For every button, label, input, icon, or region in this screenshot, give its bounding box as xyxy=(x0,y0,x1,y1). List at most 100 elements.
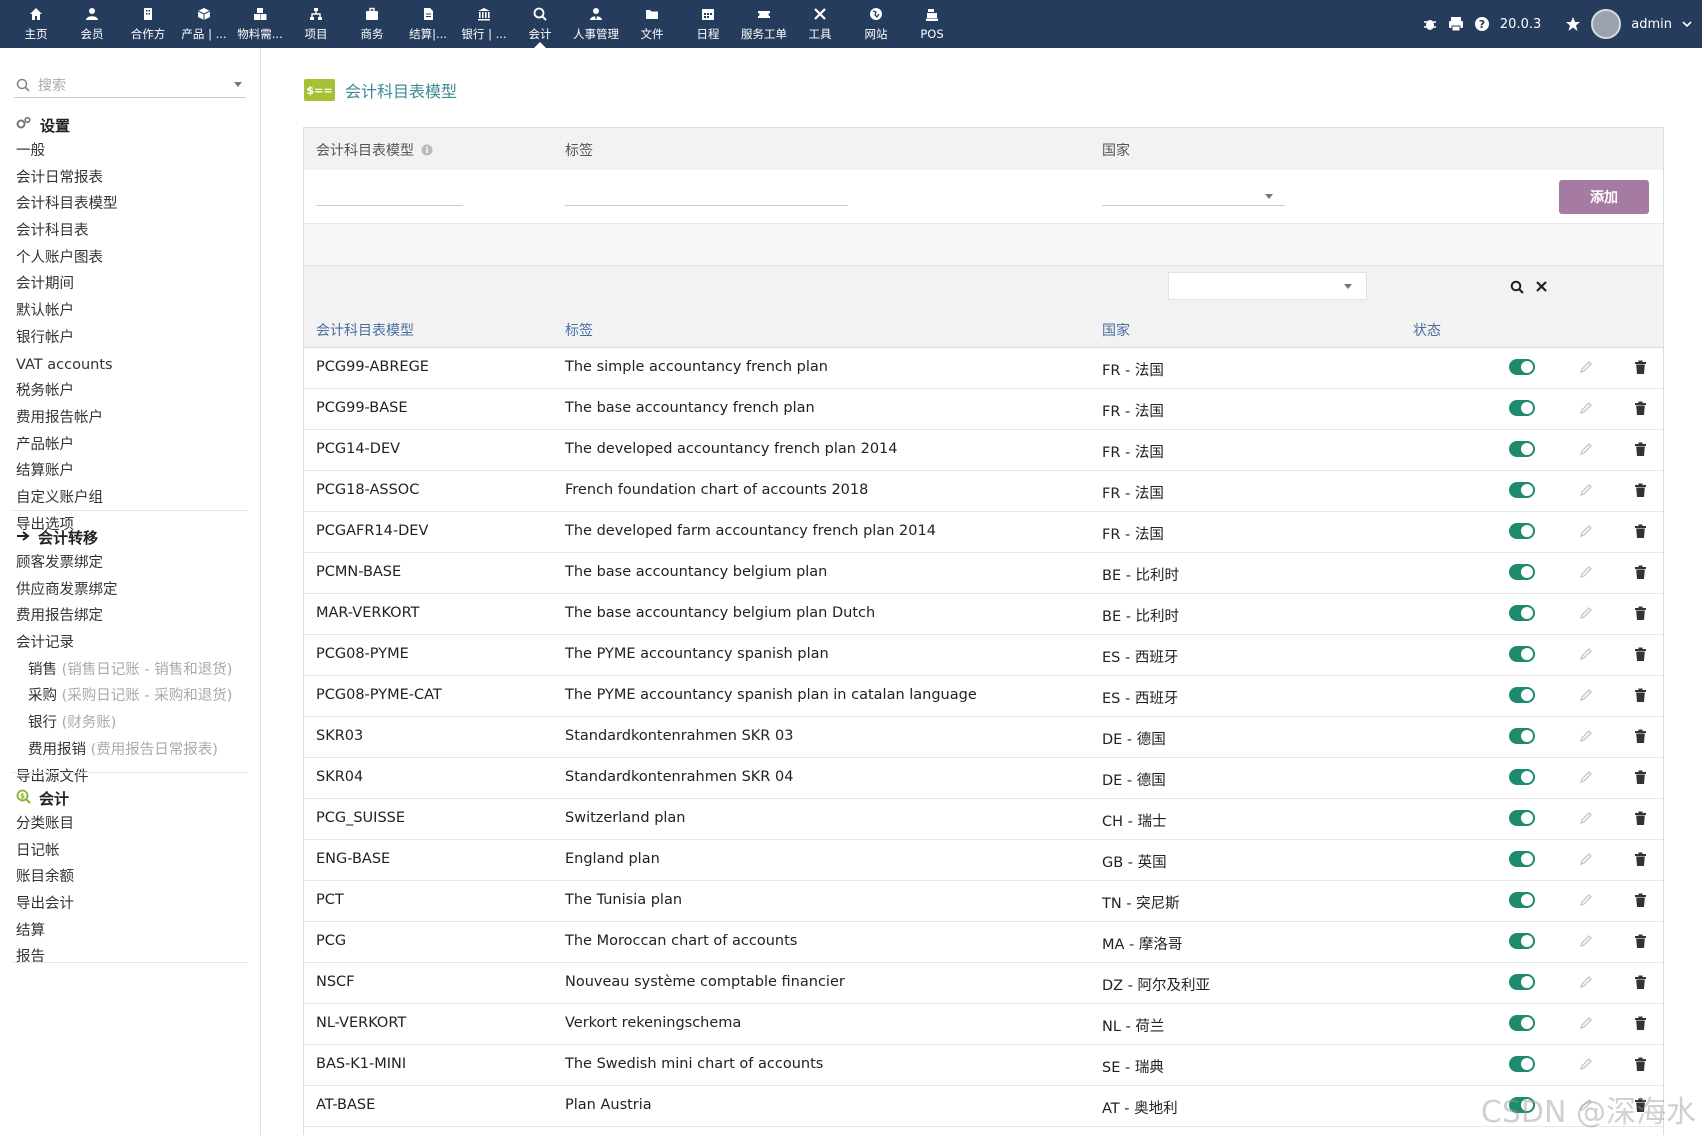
delete-trash-icon[interactable] xyxy=(1634,811,1647,830)
edit-pencil-icon[interactable] xyxy=(1579,811,1593,829)
avatar[interactable] xyxy=(1591,9,1622,39)
search-box[interactable]: 搜索 xyxy=(14,72,246,98)
header-label[interactable]: 标签 xyxy=(565,320,593,340)
sidebar-item[interactable]: 会计期间 xyxy=(0,271,261,298)
sidebar-item[interactable]: 会计科目表 xyxy=(0,218,261,245)
sidebar-item[interactable]: 默认帐户 xyxy=(0,298,261,325)
bug-icon[interactable] xyxy=(1422,16,1438,32)
status-toggle-on-icon[interactable] xyxy=(1509,646,1535,662)
status-toggle-on-icon[interactable] xyxy=(1509,769,1535,785)
close-icon[interactable] xyxy=(1535,280,1548,293)
status-toggle-on-icon[interactable] xyxy=(1509,687,1535,703)
status-toggle-on-icon[interactable] xyxy=(1509,810,1535,826)
topnav-item-8[interactable]: 银行 | ... xyxy=(456,0,512,48)
sidebar-item[interactable]: 顾客发票绑定 xyxy=(0,550,261,577)
sidebar-item[interactable]: 日记帐 xyxy=(0,838,261,865)
sidebar-item[interactable]: 费用报告帐户 xyxy=(0,405,261,432)
header-model[interactable]: 会计科目表模型 xyxy=(316,320,414,340)
sidebar-item[interactable]: VAT accounts xyxy=(0,352,261,379)
status-toggle-on-icon[interactable] xyxy=(1509,1015,1535,1031)
delete-trash-icon[interactable] xyxy=(1634,975,1647,994)
sidebar-item[interactable]: 会计科目表模型 xyxy=(0,191,261,218)
edit-pencil-icon[interactable] xyxy=(1579,770,1593,788)
delete-trash-icon[interactable] xyxy=(1634,770,1647,789)
status-toggle-on-icon[interactable] xyxy=(1509,892,1535,908)
sidebar-item[interactable]: 采购 (采购日记账 - 采购和退货) xyxy=(0,683,261,710)
edit-pencil-icon[interactable] xyxy=(1579,360,1593,378)
sidebar-item[interactable]: 自定义账户组 xyxy=(0,485,261,512)
status-toggle-on-icon[interactable] xyxy=(1509,728,1535,744)
topnav-item-16[interactable]: POS xyxy=(904,0,960,48)
status-toggle-on-icon[interactable] xyxy=(1509,974,1535,990)
edit-pencil-icon[interactable] xyxy=(1579,606,1593,624)
label-input[interactable] xyxy=(565,186,848,206)
sidebar-section-title[interactable]: $ 会计 xyxy=(0,785,261,811)
search-icon[interactable] xyxy=(1510,280,1524,294)
topnav-item-9[interactable]: 会计 xyxy=(512,0,568,48)
topnav-item-14[interactable]: 工具 xyxy=(792,0,848,48)
sidebar-item[interactable]: 银行 (财务账) xyxy=(0,710,261,737)
delete-trash-icon[interactable] xyxy=(1634,647,1647,666)
edit-pencil-icon[interactable] xyxy=(1579,729,1593,747)
delete-trash-icon[interactable] xyxy=(1634,524,1647,543)
sidebar-section-title[interactable]: 设置 xyxy=(0,112,261,138)
sidebar-item[interactable]: 结算账户 xyxy=(0,458,261,485)
edit-pencil-icon[interactable] xyxy=(1579,647,1593,665)
topnav-item-2[interactable]: 合作方 xyxy=(120,0,176,48)
help-icon[interactable]: ? xyxy=(1474,16,1490,32)
sidebar-item[interactable]: 税务帐户 xyxy=(0,378,261,405)
edit-pencil-icon[interactable] xyxy=(1579,442,1593,460)
edit-pencil-icon[interactable] xyxy=(1579,1057,1593,1075)
delete-trash-icon[interactable] xyxy=(1634,401,1647,420)
topnav-item-1[interactable]: 会员 xyxy=(64,0,120,48)
status-toggle-on-icon[interactable] xyxy=(1509,933,1535,949)
status-toggle-on-icon[interactable] xyxy=(1509,482,1535,498)
edit-pencil-icon[interactable] xyxy=(1579,934,1593,952)
delete-trash-icon[interactable] xyxy=(1634,893,1647,912)
status-toggle-on-icon[interactable] xyxy=(1509,564,1535,580)
sidebar-item[interactable]: 费用报告绑定 xyxy=(0,603,261,630)
model-input[interactable] xyxy=(316,186,463,206)
sidebar-section-title[interactable]: 会计转移 xyxy=(0,524,261,550)
sidebar-item[interactable]: 结算 xyxy=(0,918,261,945)
delete-trash-icon[interactable] xyxy=(1634,1057,1647,1076)
delete-trash-icon[interactable] xyxy=(1634,606,1647,625)
delete-trash-icon[interactable] xyxy=(1634,360,1647,379)
bookmark-star-icon[interactable] xyxy=(1565,16,1581,32)
edit-pencil-icon[interactable] xyxy=(1579,688,1593,706)
status-toggle-on-icon[interactable] xyxy=(1509,851,1535,867)
topnav-item-15[interactable]: 网站 xyxy=(848,0,904,48)
sidebar-item[interactable]: 银行帐户 xyxy=(0,325,261,352)
sidebar-item[interactable]: 账目余额 xyxy=(0,864,261,891)
sidebar-item[interactable]: 一般 xyxy=(0,138,261,165)
edit-pencil-icon[interactable] xyxy=(1579,852,1593,870)
topnav-item-11[interactable]: 文件 xyxy=(624,0,680,48)
delete-trash-icon[interactable] xyxy=(1634,565,1647,584)
sidebar-item[interactable]: 报告 xyxy=(0,944,261,971)
header-country[interactable]: 国家 xyxy=(1102,320,1130,340)
topnav-item-6[interactable]: 商务 xyxy=(344,0,400,48)
topnav-item-7[interactable]: 结算|... xyxy=(400,0,456,48)
country-filter-select[interactable] xyxy=(1168,272,1367,300)
delete-trash-icon[interactable] xyxy=(1634,442,1647,461)
topnav-item-13[interactable]: 服务工单 xyxy=(736,0,792,48)
topnav-item-12[interactable]: 日程 xyxy=(680,0,736,48)
status-toggle-on-icon[interactable] xyxy=(1509,605,1535,621)
topnav-item-10[interactable]: 人事管理 xyxy=(568,0,624,48)
topnav-item-0[interactable]: 主页 xyxy=(8,0,64,48)
topnav-item-3[interactable]: 产品 | ... xyxy=(176,0,232,48)
sidebar-item[interactable]: 费用报销 (费用报告日常报表) xyxy=(0,737,261,764)
delete-trash-icon[interactable] xyxy=(1634,934,1647,953)
sidebar-item[interactable]: 导出会计 xyxy=(0,891,261,918)
edit-pencil-icon[interactable] xyxy=(1579,1016,1593,1034)
sidebar-item[interactable]: 供应商发票绑定 xyxy=(0,577,261,604)
delete-trash-icon[interactable] xyxy=(1634,852,1647,871)
delete-trash-icon[interactable] xyxy=(1634,483,1647,502)
status-toggle-on-icon[interactable] xyxy=(1509,523,1535,539)
status-toggle-on-icon[interactable] xyxy=(1509,359,1535,375)
edit-pencil-icon[interactable] xyxy=(1579,483,1593,501)
topnav-item-5[interactable]: 项目 xyxy=(288,0,344,48)
edit-pencil-icon[interactable] xyxy=(1579,524,1593,542)
status-toggle-on-icon[interactable] xyxy=(1509,441,1535,457)
search-dropdown-caret[interactable] xyxy=(234,82,242,87)
